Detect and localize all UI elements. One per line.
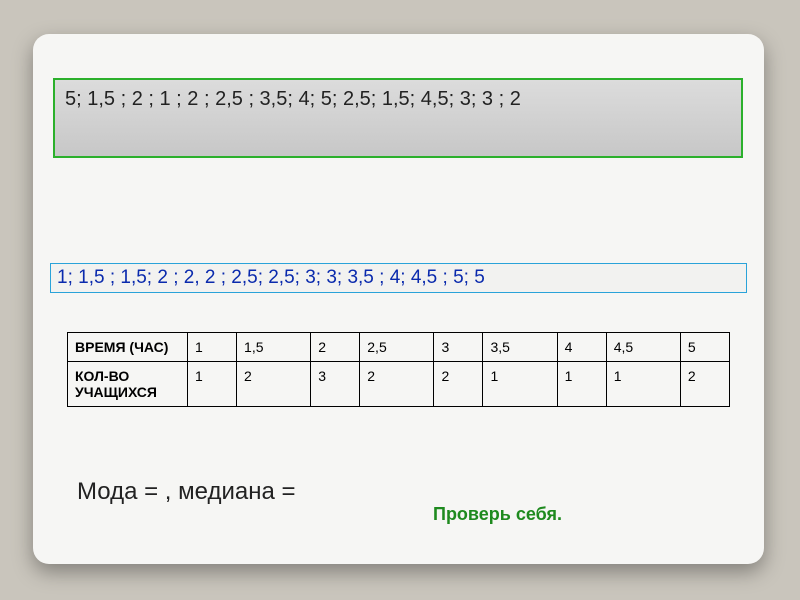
time-cell: 3,5: [483, 333, 557, 362]
count-cell: 2: [680, 362, 729, 407]
count-cell: 1: [188, 362, 237, 407]
frequency-table: ВРЕМЯ (ЧАС) 1 1,5 2 2,5 3 3,5 4 4,5 5 КО…: [67, 332, 730, 407]
time-cell: 1: [188, 333, 237, 362]
table-row: ВРЕМЯ (ЧАС) 1 1,5 2 2,5 3 3,5 4 4,5 5: [68, 333, 730, 362]
count-cell: 2: [237, 362, 311, 407]
sorted-sequence-box: 1; 1,5 ; 1,5; 2 ; 2, 2 ; 2,5; 2,5; 3; 3;…: [50, 263, 747, 293]
answer-line: Мода = , медиана =: [77, 478, 295, 506]
count-cell: 2: [434, 362, 483, 407]
count-cell: 1: [606, 362, 680, 407]
time-cell: 1,5: [237, 333, 311, 362]
raw-sequence-box: 5; 1,5 ; 2 ; 1 ; 2 ; 2,5 ; 3,5; 4; 5; 2,…: [53, 78, 743, 158]
time-cell: 4: [557, 333, 606, 362]
time-cell: 2: [311, 333, 360, 362]
count-cell: 3: [311, 362, 360, 407]
count-cell: 2: [360, 362, 434, 407]
count-cell: 1: [483, 362, 557, 407]
slide-card: 5; 1,5 ; 2 ; 1 ; 2 ; 2,5 ; 3,5; 4; 5; 2,…: [33, 34, 764, 564]
time-cell: 5: [680, 333, 729, 362]
sorted-sequence-text: 1; 1,5 ; 1,5; 2 ; 2, 2 ; 2,5; 2,5; 3; 3;…: [57, 267, 485, 288]
time-cell: 2,5: [360, 333, 434, 362]
table-row: КОЛ-ВО УЧАЩИХСЯ 1 2 3 2 2 1 1 1 2: [68, 362, 730, 407]
count-cell: 1: [557, 362, 606, 407]
time-cell: 4,5: [606, 333, 680, 362]
row-header-time: ВРЕМЯ (ЧАС): [68, 333, 188, 362]
check-yourself-link[interactable]: Проверь себя.: [433, 504, 562, 525]
time-cell: 3: [434, 333, 483, 362]
row-header-count: КОЛ-ВО УЧАЩИХСЯ: [68, 362, 188, 407]
raw-sequence-text: 5; 1,5 ; 2 ; 1 ; 2 ; 2,5 ; 3,5; 4; 5; 2,…: [65, 88, 521, 110]
